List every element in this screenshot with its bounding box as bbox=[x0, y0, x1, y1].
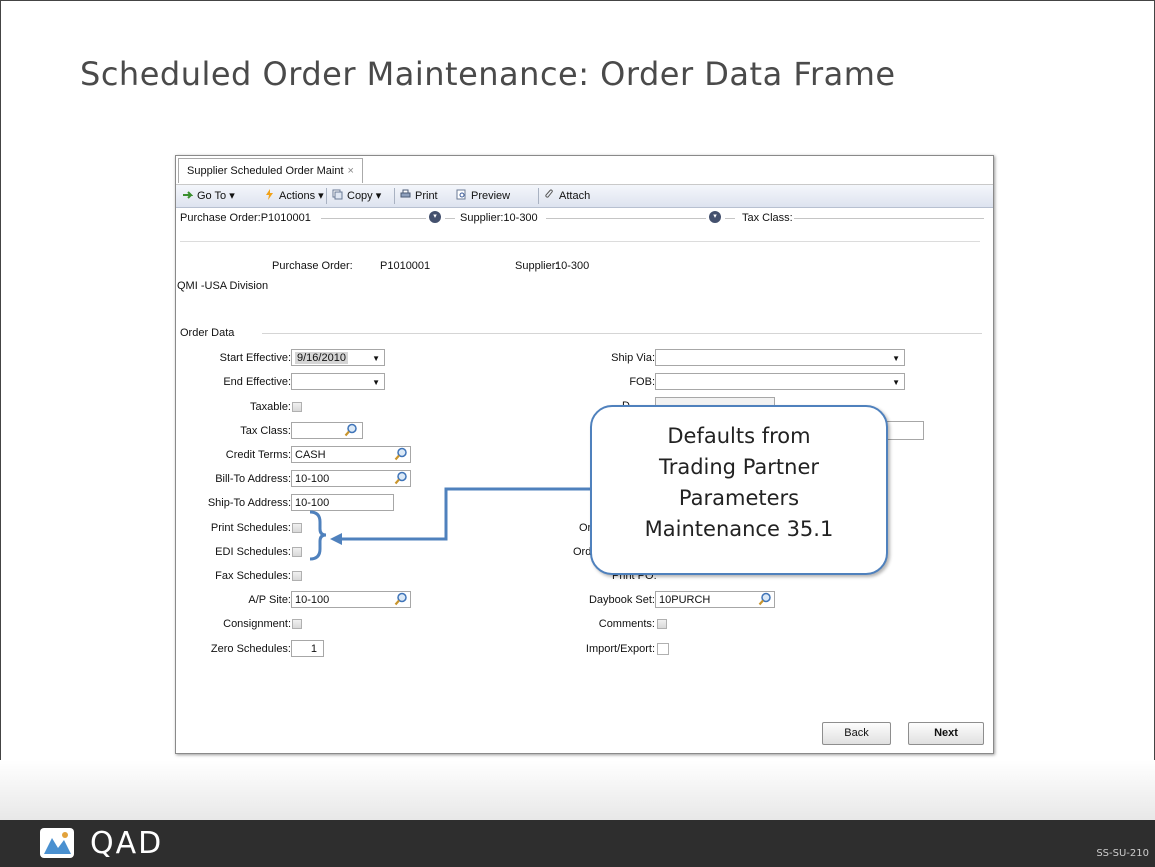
ap-site-label: A/P Site: bbox=[248, 594, 291, 606]
consignment-checkbox[interactable] bbox=[292, 619, 302, 629]
qad-logo-icon bbox=[40, 828, 74, 858]
tax-class-label: Tax Class: bbox=[240, 425, 291, 437]
division-label: QMI -USA Division bbox=[177, 280, 269, 292]
expand-icon[interactable]: ▾ bbox=[709, 211, 721, 223]
toolbar-divider bbox=[538, 188, 539, 204]
print-schedules-label: Print Schedules: bbox=[210, 522, 291, 534]
start-effective-label: Start Effective: bbox=[219, 352, 291, 364]
bill-to-label: Bill-To Address: bbox=[215, 473, 291, 485]
preview-button[interactable]: Preview bbox=[456, 188, 510, 204]
actions-button[interactable]: Actions ▾ bbox=[264, 188, 324, 204]
header-divider bbox=[794, 218, 984, 219]
toolbar-divider bbox=[394, 188, 395, 204]
tab-label: Supplier Scheduled Order Maint bbox=[187, 165, 344, 177]
zero-schedules-field[interactable]: 1 bbox=[291, 640, 324, 657]
fob-label: FOB: bbox=[629, 376, 655, 388]
preview-icon bbox=[456, 189, 466, 200]
copy-button[interactable]: Copy ▾ bbox=[332, 188, 381, 204]
search-icon[interactable] bbox=[394, 447, 408, 461]
credit-terms-field[interactable]: CASH bbox=[291, 446, 411, 463]
callout-defaults: Defaults from Trading Partner Parameters… bbox=[590, 405, 888, 575]
header-divider bbox=[546, 218, 706, 219]
dropdown-arrow-icon: ▼ bbox=[372, 378, 380, 387]
credit-terms-label: Credit Terms: bbox=[225, 449, 291, 461]
toolbar-divider bbox=[326, 188, 327, 204]
info-supplier-label: Supplier: bbox=[515, 260, 559, 272]
callout-connector bbox=[309, 487, 590, 561]
start-effective-field[interactable]: 9/16/2010 ▼ bbox=[291, 349, 385, 366]
callout-line: Maintenance 35.1 bbox=[644, 517, 834, 541]
info-supplier-value: 10-300 bbox=[555, 260, 590, 272]
header-divider bbox=[321, 218, 426, 219]
fob-field[interactable]: ▼ bbox=[655, 373, 905, 390]
header-po: Purchase Order:P1010001 bbox=[180, 212, 311, 224]
close-icon[interactable]: × bbox=[348, 165, 354, 177]
callout-line: Parameters bbox=[678, 486, 800, 510]
daybook-set-label: Daybook Set: bbox=[588, 594, 655, 606]
slide-fade bbox=[0, 760, 1155, 820]
consignment-label: Consignment: bbox=[223, 618, 291, 630]
taxable-label: Taxable: bbox=[250, 401, 291, 413]
section-order-data: Order Data bbox=[180, 327, 235, 339]
footer-brand: QAD bbox=[90, 826, 164, 861]
next-button[interactable]: Next bbox=[908, 722, 984, 745]
paperclip-icon bbox=[545, 189, 553, 198]
expand-icon[interactable]: ▾ bbox=[429, 211, 441, 223]
print-button[interactable]: Print bbox=[400, 188, 438, 204]
header-taxclass: Tax Class: bbox=[742, 212, 793, 224]
slide-code: SS-SU-210 bbox=[1096, 848, 1149, 859]
header-divider bbox=[725, 218, 735, 219]
search-icon[interactable] bbox=[758, 592, 772, 606]
dropdown-arrow-icon: ▼ bbox=[892, 378, 900, 387]
dropdown-arrow-icon: ▼ bbox=[892, 354, 900, 363]
slide-title: Scheduled Order Maintenance: Order Data … bbox=[80, 55, 896, 93]
fax-schedules-label: Fax Schedules: bbox=[215, 570, 291, 582]
ap-site-field[interactable]: 10-100 bbox=[291, 591, 411, 608]
back-button[interactable]: Back bbox=[822, 722, 891, 745]
toolbar: Go To ▾ Actions ▾ Copy ▾ Print Preview A… bbox=[176, 185, 993, 208]
slide-footer bbox=[0, 820, 1155, 867]
ship-via-field[interactable]: ▼ bbox=[655, 349, 905, 366]
import-export-label: Import/Export: bbox=[585, 643, 655, 655]
copy-icon bbox=[332, 189, 343, 200]
lightning-icon bbox=[266, 189, 273, 200]
end-effective-field[interactable]: ▼ bbox=[291, 373, 385, 390]
header-bar: Purchase Order:P1010001 ▾ Supplier:10-30… bbox=[176, 208, 993, 232]
section-divider bbox=[262, 333, 982, 334]
header-divider bbox=[445, 218, 455, 219]
goto-button[interactable]: Go To ▾ bbox=[182, 188, 235, 204]
zero-schedules-label: Zero Schedules: bbox=[210, 643, 291, 655]
attach-button[interactable]: Attach bbox=[544, 188, 590, 204]
comments-label: Comments: bbox=[598, 618, 655, 630]
fax-schedules-checkbox[interactable] bbox=[292, 571, 302, 581]
callout-line: Trading Partner bbox=[658, 455, 820, 479]
import-export-checkbox[interactable] bbox=[657, 643, 669, 655]
daybook-set-field[interactable]: 10PURCH bbox=[655, 591, 775, 608]
tab-strip: Supplier Scheduled Order Maint × bbox=[176, 156, 993, 185]
dropdown-arrow-icon: ▼ bbox=[372, 354, 380, 363]
search-icon[interactable] bbox=[344, 423, 358, 437]
ship-to-label: Ship-To Address: bbox=[207, 497, 291, 509]
comments-checkbox[interactable] bbox=[657, 619, 667, 629]
info-po-value: P1010001 bbox=[380, 260, 431, 272]
edi-schedules-label: EDI Schedules: bbox=[215, 546, 291, 558]
arrow-icon bbox=[183, 191, 193, 199]
taxable-checkbox[interactable] bbox=[292, 402, 302, 412]
info-po-label: Purchase Order: bbox=[272, 260, 353, 272]
tab-supplier-scheduled-order-maint[interactable]: Supplier Scheduled Order Maint × bbox=[178, 158, 363, 183]
callout-line: Defaults from bbox=[667, 424, 811, 448]
printer-icon bbox=[400, 189, 411, 198]
ship-via-label: Ship Via: bbox=[611, 352, 655, 364]
divider bbox=[180, 241, 980, 242]
search-icon[interactable] bbox=[394, 592, 408, 606]
header-supplier: Supplier:10-300 bbox=[460, 212, 538, 224]
end-effective-label: End Effective: bbox=[223, 376, 291, 388]
